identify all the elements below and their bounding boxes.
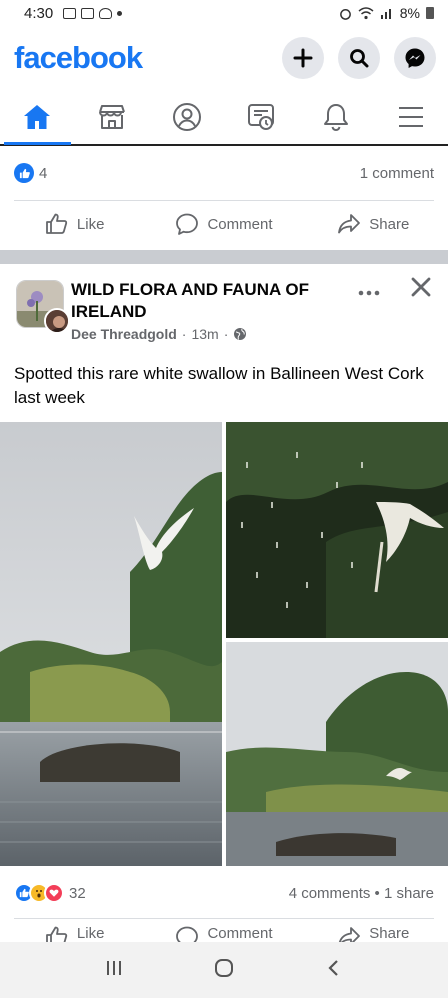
tab-bar bbox=[0, 90, 448, 146]
photo-3[interactable] bbox=[226, 642, 448, 866]
hide-post-button[interactable] bbox=[410, 276, 432, 303]
battery-level: 8% bbox=[399, 5, 420, 21]
previous-post-reactions: 4 1 comment bbox=[14, 160, 434, 186]
post-actions: Like Comment Share bbox=[0, 920, 448, 942]
thumbs-up-icon bbox=[45, 926, 68, 942]
tab-marketplace[interactable] bbox=[75, 90, 150, 144]
share-label: Share bbox=[369, 925, 410, 942]
photo-2[interactable] bbox=[226, 422, 448, 638]
app-header: facebook bbox=[0, 30, 448, 86]
search-button[interactable] bbox=[338, 37, 380, 79]
post-header: WILD FLORA AND FAUNA OF IRELAND Dee Thre… bbox=[16, 276, 436, 346]
comment-label: Comment bbox=[207, 925, 273, 942]
back-button[interactable] bbox=[324, 958, 344, 983]
gallery-notification-icon bbox=[63, 7, 77, 19]
status-time: 4:30 bbox=[24, 4, 54, 22]
tab-notifications[interactable] bbox=[299, 90, 374, 144]
bell-icon bbox=[324, 104, 349, 132]
plus-icon bbox=[293, 48, 313, 68]
facebook-logo[interactable]: facebook bbox=[14, 40, 143, 76]
snapchat-notification-icon bbox=[99, 7, 113, 19]
feed-separator bbox=[0, 250, 448, 264]
hamburger-menu-icon bbox=[398, 107, 423, 127]
like-label: Like bbox=[76, 925, 105, 942]
reaction-icons[interactable] bbox=[14, 883, 64, 903]
post-reactions-summary: 32 4 comments • 1 share bbox=[14, 880, 434, 906]
meta-separator: · bbox=[181, 326, 187, 342]
tab-home[interactable] bbox=[0, 90, 75, 145]
tab-profile[interactable] bbox=[149, 90, 224, 144]
comment-icon bbox=[176, 213, 199, 235]
comment-label: Comment bbox=[207, 215, 273, 233]
recent-apps-button[interactable] bbox=[104, 958, 124, 983]
share-button[interactable]: Share bbox=[299, 212, 448, 236]
group-name[interactable]: WILD FLORA AND FAUNA OF IRELAND bbox=[71, 279, 331, 323]
search-icon bbox=[350, 49, 369, 68]
home-circle-icon bbox=[214, 958, 233, 977]
share-label: Share bbox=[369, 215, 410, 233]
post-text: Spotted this rare white swallow in Balli… bbox=[14, 364, 424, 407]
profile-icon bbox=[172, 103, 201, 131]
photo-grid bbox=[0, 422, 448, 866]
divider bbox=[14, 200, 434, 201]
share-icon bbox=[338, 214, 361, 234]
signal-icon bbox=[380, 9, 391, 19]
photo-1[interactable] bbox=[0, 422, 222, 866]
post-time[interactable]: 13m bbox=[191, 326, 218, 342]
alarm-icon bbox=[339, 8, 351, 20]
like-button[interactable]: Like bbox=[0, 920, 149, 942]
create-button[interactable] bbox=[282, 37, 324, 79]
comment-button[interactable]: Comment bbox=[149, 212, 298, 236]
comments-shares-link[interactable]: 4 comments • 1 share bbox=[289, 885, 434, 902]
tab-watch[interactable] bbox=[224, 90, 299, 144]
tab-menu[interactable] bbox=[373, 90, 448, 144]
app-notification-icon bbox=[81, 7, 95, 19]
post-meta: Dee Threadgold · 13m · bbox=[71, 326, 247, 342]
more-horizontal-icon bbox=[358, 290, 380, 296]
share-icon bbox=[339, 927, 361, 942]
back-icon bbox=[328, 959, 338, 976]
system-navigation-bar bbox=[0, 942, 448, 998]
group-avatar[interactable] bbox=[16, 280, 70, 334]
previous-post-actions: Like Comment Share bbox=[0, 202, 448, 246]
home-button[interactable] bbox=[213, 957, 235, 984]
author-avatar[interactable] bbox=[44, 308, 70, 334]
close-icon bbox=[411, 277, 431, 297]
reaction-count[interactable]: 32 bbox=[69, 885, 86, 902]
meta-separator: · bbox=[223, 326, 229, 342]
more-options-button[interactable] bbox=[358, 280, 380, 303]
share-button[interactable]: Share bbox=[299, 920, 448, 942]
author-name[interactable]: Dee Threadgold bbox=[71, 326, 177, 342]
wifi-icon bbox=[358, 6, 374, 19]
globe-icon bbox=[234, 328, 247, 340]
comment-count-link[interactable]: 1 comment bbox=[360, 165, 434, 182]
home-icon bbox=[24, 105, 51, 129]
like-reaction-icon bbox=[14, 163, 34, 183]
divider bbox=[14, 918, 434, 919]
thumbs-up-icon bbox=[45, 213, 68, 234]
messenger-icon bbox=[405, 48, 425, 68]
status-bar: 4:30 8% bbox=[0, 0, 448, 26]
love-reaction-icon bbox=[44, 883, 64, 903]
messenger-button[interactable] bbox=[394, 37, 436, 79]
feeds-icon bbox=[248, 104, 275, 130]
like-button[interactable]: Like bbox=[0, 212, 149, 236]
more-notifications-icon bbox=[117, 10, 123, 16]
like-label: Like bbox=[76, 215, 105, 233]
marketplace-icon bbox=[99, 105, 125, 129]
reaction-count[interactable]: 4 bbox=[39, 165, 47, 182]
notification-icons bbox=[63, 7, 123, 19]
recent-apps-icon bbox=[107, 960, 122, 975]
comment-icon bbox=[176, 926, 199, 942]
comment-button[interactable]: Comment bbox=[149, 920, 298, 942]
battery-icon bbox=[426, 7, 434, 19]
